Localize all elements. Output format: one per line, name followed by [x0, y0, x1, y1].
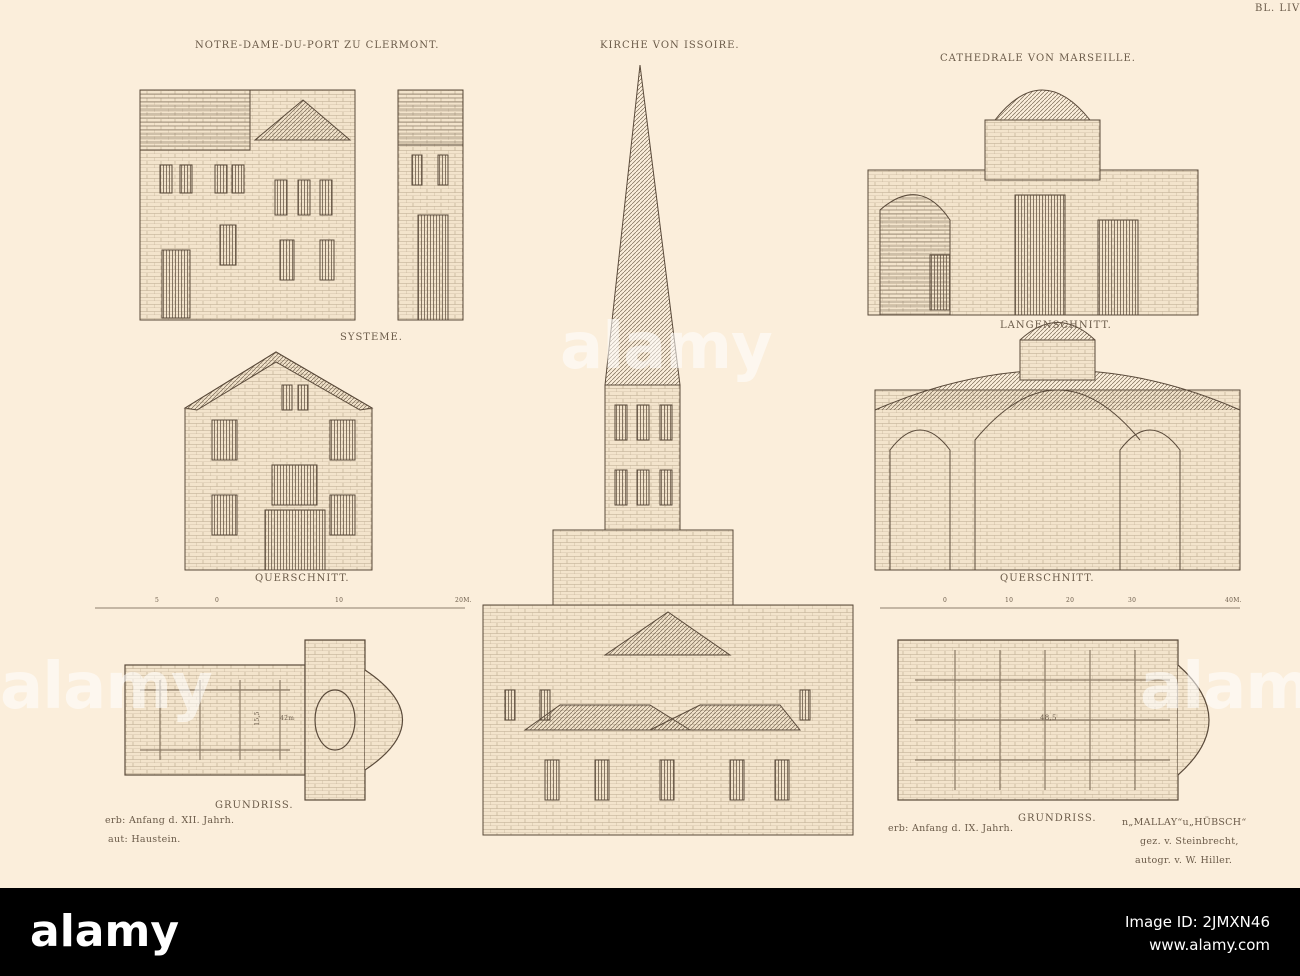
drawing-sheet: BL. LIV NOTRE-DAME-DU-PORT ZU CLERMONT. … [0, 0, 1300, 888]
plan-width-left: 15,5 [253, 711, 261, 726]
credit-drawn: gez. v. Steinbrecht, [1140, 836, 1239, 847]
alamy-url: www.alamy.com [1149, 936, 1270, 954]
caption-grundriss-right: GRUNDRISS. [1018, 813, 1097, 824]
title-issoire: KIRCHE VON ISSOIRE. [600, 40, 740, 51]
watermark-text: alamy [560, 310, 773, 384]
clermont-elevation [139, 89, 464, 321]
plate-number: BL. LIV [1255, 3, 1300, 14]
watermark-bar: alamy Image ID: 2JMXN46 www.alamy.com [0, 888, 1300, 976]
plan-dim-right: 48,5 [1040, 714, 1057, 722]
caption-querschnitt-left: QUERSCHNITT. [255, 573, 350, 584]
issoire-elevation [482, 64, 854, 836]
credit-source: n„MALLAY“u„HÜBSCH“ [1122, 817, 1247, 828]
note-right-built: erb: Anfang d. IX. Jahrh. [888, 823, 1014, 834]
title-marseille: CATHEDRALE VON MARSEILLE. [940, 53, 1136, 64]
clermont-cross-section [183, 351, 374, 571]
alamy-logo: alamy [30, 906, 179, 957]
caption-querschnitt-right: QUERSCHNITT. [1000, 573, 1095, 584]
caption-langenschnitt: LANGENSCHNITT. [1000, 320, 1112, 331]
marseille-longitudinal-section [867, 89, 1199, 316]
watermark-text: alamy [1140, 650, 1300, 724]
title-clermont: NOTRE-DAME-DU-PORT ZU CLERMONT. [195, 40, 440, 51]
plan-length-left: 42m [280, 715, 295, 722]
caption-grundriss-left: GRUNDRISS. [215, 800, 294, 811]
caption-systeme: SYSTEME. [340, 332, 403, 343]
image-id: Image ID: 2JMXN46 [1124, 913, 1270, 931]
watermark-text: alamy [0, 650, 213, 724]
architectural-drawings [95, 64, 1241, 836]
note-left-built: erb: Anfang d. XII. Jahrh. [105, 815, 235, 826]
marseille-cross-section [874, 322, 1241, 571]
note-left-material: aut: Haustein. [108, 834, 181, 845]
credit-autographed: autogr. v. W. Hiller. [1135, 855, 1233, 866]
